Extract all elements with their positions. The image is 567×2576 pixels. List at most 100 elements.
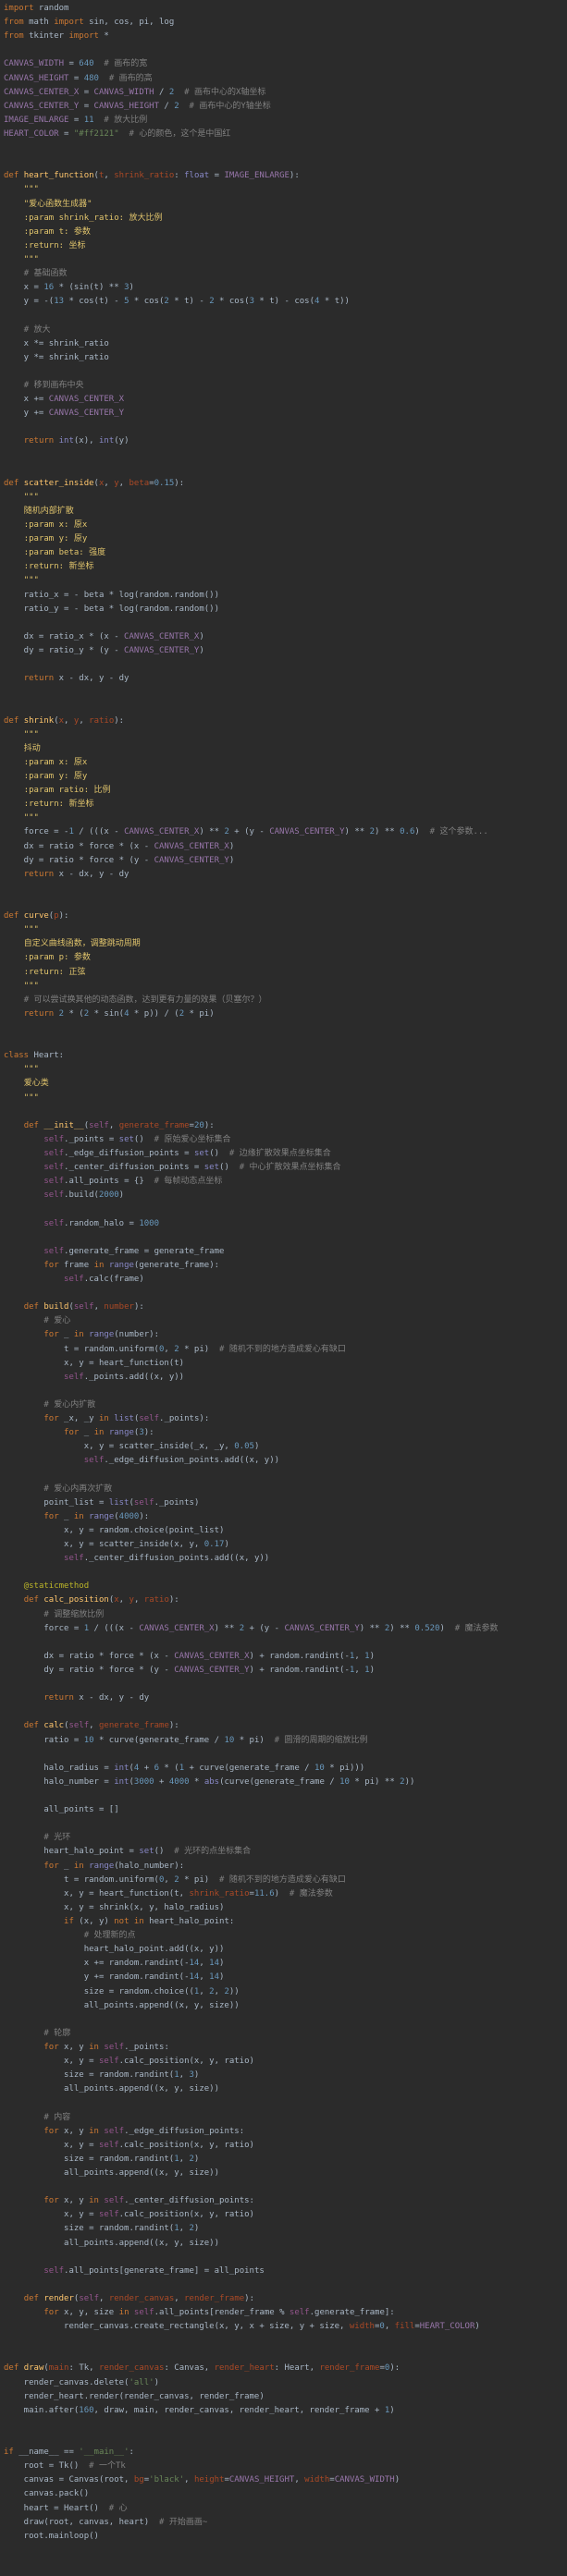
code-line: return x - dx, y - dy (4, 1691, 567, 1705)
code-token: # 开始画画~ (158, 2517, 208, 2527)
code-token: ) (389, 2405, 395, 2415)
code-token: :param t: 参数 (23, 226, 91, 237)
code-token: in (89, 2126, 105, 2136)
code-token: CANVAS_HEIGHT (4, 73, 69, 83)
code-line: heart_halo_point = set() # 光环的点坐标集合 (4, 1845, 567, 1859)
code-line: ratio_x = - beta * log(random.random()) (4, 589, 567, 603)
code-token: 0.520 (414, 1623, 440, 1633)
code-token: + (y - (244, 1623, 285, 1633)
code-line: class Heart: (4, 1049, 567, 1063)
code-line: """ (4, 812, 567, 825)
code-token: * pi) (179, 1874, 220, 1885)
code-token: x += random.randint(- (4, 1959, 190, 1969)
code-token: ratio (89, 715, 115, 726)
code-line: def calc(self, generate_frame): (4, 1719, 567, 1733)
code-token: 10 (339, 1776, 350, 1787)
code-token: all_points = [] (4, 1805, 119, 1815)
code-token: , (108, 1120, 119, 1130)
code-token: fill (394, 2322, 415, 2332)
code-line: x, y = self.calc_position(x, y, ratio) (4, 2208, 567, 2222)
code-token: CANVAS_CENTER_X (4, 87, 80, 97)
code-token: _x, _y (58, 1414, 99, 1424)
code-token: * ( (159, 1763, 179, 1773)
code-line: dx = ratio_x * (x - CANVAS_CENTER_X) (4, 630, 567, 644)
code-line: # 移到画布中央 (4, 379, 567, 393)
code-token: range (108, 1260, 134, 1270)
code-line: # 放大 (4, 324, 567, 337)
code-token: x, y (58, 2042, 90, 2052)
code-token: for (43, 1511, 59, 1521)
code-token: CANVAS_CENTER_Y (174, 1666, 250, 1676)
code-line: force = 1 / (((x - CANVAS_CENTER_X) ** 2… (4, 1622, 567, 1636)
code-token: canvas = Canvas(root, (4, 2475, 134, 2485)
code-token: ) ** (199, 827, 225, 837)
code-token: :return: 新坐标 (23, 562, 94, 572)
code-token: ) ** (359, 1623, 385, 1633)
code-token: self (43, 1218, 65, 1228)
code-token: # 随机不到的地方造成爱心有缺口 (219, 1874, 346, 1885)
code-line: import random (4, 2, 567, 16)
code-token: def (4, 911, 24, 922)
code-line: x, y = random.choice(point_list) (4, 1524, 567, 1538)
code-token: : (129, 2448, 134, 2458)
code-token: * pi) ** (349, 1776, 401, 1787)
code-token: self (98, 2140, 119, 2150)
code-token: , (64, 715, 74, 726)
code-line: CANVAS_CENTER_X = CANVAS_WIDTH / 2 # 画布中… (4, 86, 567, 100)
code-line: return x - dx, y - dy (4, 868, 567, 882)
code-line: CANVAS_WIDTH = 640 # 画布的宽 (4, 57, 567, 71)
code-token: ) (219, 1959, 225, 1969)
code-token: ._points): (159, 1414, 210, 1424)
code-token: , (164, 1874, 175, 1885)
code-line: """ (4, 923, 567, 937)
code-token: # 心 (108, 2503, 128, 2513)
code-line: :param ratio: 比例 (4, 784, 567, 798)
code-editor[interactable]: import random from math import sin, cos, … (0, 0, 567, 2544)
code-token: : Tk, (68, 2363, 99, 2374)
code-token: ): (244, 2293, 255, 2303)
code-token: ) (414, 827, 430, 837)
code-line: ratio_y = - beta * log(random.random()) (4, 603, 567, 617)
code-token: / (((x - (89, 1623, 140, 1633)
code-token: set (203, 1163, 220, 1173)
code-token: .calc_position(x, y, ratio) (118, 2140, 254, 2150)
code-line: :param y: 原y (4, 770, 567, 784)
code-token: * sin( (89, 1008, 125, 1019)
code-token: '__main__' (79, 2448, 129, 2458)
code-token: :return: 坐标 (23, 240, 86, 250)
code-token: self (98, 2210, 119, 2220)
code-token: * pi))) (324, 1763, 365, 1773)
code-line: def draw(main: Tk, render_canvas: Canvas… (4, 2362, 567, 2375)
code-line: # 处理新的点 (4, 1929, 567, 1943)
code-token: _ (58, 1861, 74, 1871)
code-line: # 内容 (4, 2111, 567, 2125)
code-token: all_points.append((x, y, size)) (4, 2084, 219, 2094)
code-token: def (23, 2293, 44, 2303)
code-token: :param ratio: 比例 (23, 786, 111, 796)
code-token: # 基础函数 (23, 269, 68, 279)
code-token: .calc_position(x, y, ratio) (118, 2057, 254, 2067)
code-token: float (184, 171, 210, 181)
code-token: in (89, 2196, 105, 2206)
code-token: .random_halo = (64, 1218, 140, 1228)
code-token: ) (193, 2154, 200, 2164)
code-token: self (43, 1148, 65, 1158)
code-line: return int(x), int(y) (4, 434, 567, 448)
code-line: t = random.uniform(0, 2 * pi) # 随机不到的地方造… (4, 1343, 567, 1357)
